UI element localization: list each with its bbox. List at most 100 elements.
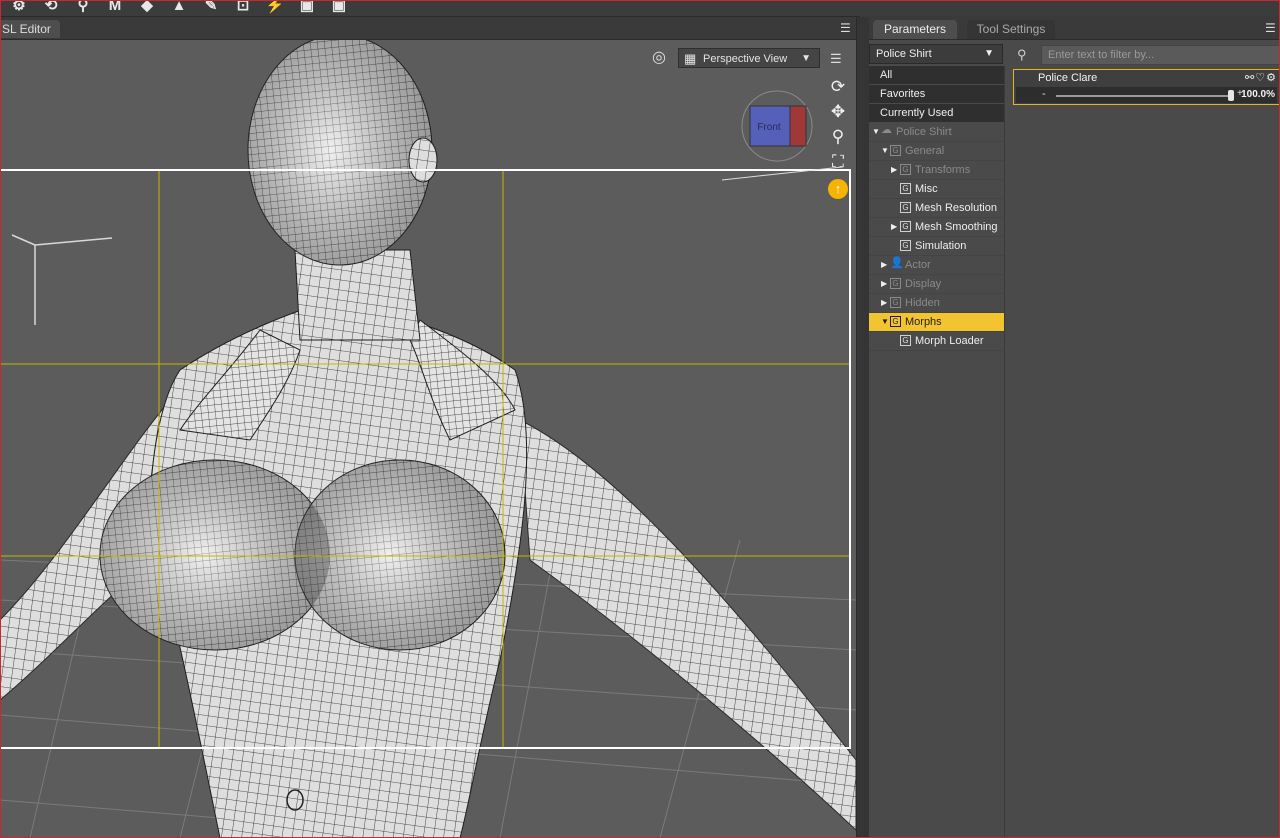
viewport-tab-bar: SL Editor ☰ [0,17,858,40]
tree-node-label: Mesh Smoothing [915,221,998,233]
3d-viewport[interactable]: Front ◎ ▦ Perspective View ▼ ☰ ⟳ ✥ ⚲ ⛶ ↑ [0,40,856,838]
slider-row: - + 100.0% [1016,87,1277,103]
filter-bar: ⚲ [1013,45,1280,65]
tree-node-label: Hidden [905,297,940,309]
perspective-icon: ▦ [684,51,697,66]
geometry-editor-icon[interactable]: ⚡ [262,0,288,14]
region-tool-icon[interactable]: ⊡ [230,0,256,14]
tree-node[interactable]: G Mesh Resolution [869,199,1004,218]
viewport-menu-icon[interactable]: ☰ [830,52,846,66]
chevron-down-icon: ▼ [801,53,811,64]
tree-node[interactable]: ▶ G Hidden [869,294,1004,313]
zoom-icon[interactable]: ⚲ [826,126,850,148]
neck-mesh [294,249,421,341]
decrement-button[interactable]: - [1042,88,1046,100]
group-icon: G [900,183,911,194]
tab-tool-settings[interactable]: Tool Settings [967,20,1055,39]
property-name: Police Clare [1038,72,1098,84]
property-group-tree: All Favorites Currently Used ▼ ☁ Police Sh… [869,66,1005,838]
tree-node-label: Morph Loader [915,335,984,347]
node-select-dropdown[interactable]: Police Shirt ▼ [869,44,1003,64]
rotate-tool-icon[interactable]: ⟲ [38,0,64,14]
group-icon: G [900,202,911,213]
axis-gizmo [11,234,113,325]
group-icon: G [900,240,911,251]
joint-editor-icon[interactable]: ⚲ [70,0,96,14]
pane-menu-icon[interactable]: ☰ [1265,22,1279,34]
tree-node[interactable]: G Morph Loader [869,332,1004,351]
tree-node[interactable]: ▼ G General [869,142,1004,161]
tree-node[interactable]: ▶ G Transforms [869,161,1004,180]
pane-tab-bar: Parameters Tool Settings ☰ [869,17,1280,40]
morph-tool-icon[interactable]: M [102,0,128,14]
tree-node-label: Morphs [905,316,942,328]
tree-node-label: Simulation [915,240,967,252]
panel-menu-icon[interactable]: ☰ [840,22,854,34]
render-settings-icon[interactable]: ▣ [326,0,352,14]
slider-track[interactable] [1056,95,1232,97]
tab-sl-editor[interactable]: SL Editor [0,20,60,38]
tree-node-label: Mesh Resolution [915,202,997,214]
pan-icon[interactable]: ✥ [826,101,850,123]
bone-tool-icon[interactable]: ✎ [198,0,224,14]
tree-node-label: Transforms [915,164,971,176]
tree-node-label: Actor [905,259,931,271]
expand-arrow-icon[interactable]: ▶ [881,256,889,274]
camera-globe-icon[interactable]: ◎ [652,48,674,70]
tree-node[interactable]: ▼ ☁ Police Shirt [869,123,1004,142]
group-icon: G [890,145,901,156]
tree-node-label: Display [905,278,942,290]
tree-node[interactable]: ▶ 👤 Actor [869,256,1004,275]
node-weight-icon[interactable]: ▲ [166,0,192,14]
view-cube-label: Front [757,122,781,133]
expand-arrow-icon[interactable]: ▶ [891,218,899,236]
expand-arrow-icon[interactable]: ▶ [881,294,889,312]
group-icon: G [890,316,901,327]
tree-node[interactable]: G Misc [869,180,1004,199]
group-icon: G [900,221,911,232]
link-icon[interactable]: ⚯ [1245,72,1255,84]
chevron-down-icon: ▼ [984,48,994,59]
filter-input[interactable] [1041,45,1280,65]
scene-canvas[interactable]: Front [0,40,856,838]
tree-node[interactable]: ▶ G Mesh Smoothing [869,218,1004,237]
panel-splitter[interactable] [856,17,870,838]
tree-node[interactable]: ▼ G Morphs [869,313,1004,332]
orbit-icon[interactable]: ⟳ [826,76,850,98]
view-cube: Front [741,90,813,162]
view-select-dropdown[interactable]: ▦ Perspective View ▼ [678,48,820,68]
expand-arrow-icon[interactable]: ▶ [891,161,899,179]
collapse-arrow-icon[interactable]: ▼ [881,142,889,160]
tree-node-label: General [905,145,945,157]
tab-parameters[interactable]: Parameters [873,20,957,39]
favorite-icon[interactable]: ♡ [1255,72,1266,84]
person-icon: 👤 [890,257,904,269]
tree-node[interactable]: ▶ G Display [869,275,1004,294]
node-select-label: Police Shirt [876,48,932,60]
property-list: ⚲ Police Clare ⚯♡⚙ - + 100.0% [1005,40,1280,838]
property-slider-police-clare[interactable]: Police Clare ⚯♡⚙ - + 100.0% [1013,69,1280,105]
search-icon: ⚲ [1017,47,1027,62]
expand-arrow-icon[interactable]: ▶ [881,275,889,293]
slider-value[interactable]: 100.0% [1241,89,1275,100]
tree-node[interactable]: G Simulation [869,237,1004,256]
toolbar-right-area [860,0,1280,16]
home-icon[interactable]: ↑ [828,179,848,199]
collapse-arrow-icon[interactable]: ▼ [881,313,889,331]
settings-icon[interactable]: ⚙ [1266,72,1277,84]
main-toolbar: ⚙ ⟲ ⚲ M ◆ ▲ ✎ ⊡ ⚡ ▣ ▣ [0,0,860,17]
right-arm-mesh [519,419,856,831]
slider-handle[interactable] [1228,90,1234,101]
render-icon[interactable]: ▣ [294,0,320,14]
category-favorites[interactable]: Favorites [869,85,1004,103]
collapse-arrow-icon[interactable]: ▼ [872,123,880,141]
surface-selection-icon[interactable]: ◆ [134,0,160,14]
category-currently-used[interactable]: Currently Used [869,104,1004,122]
tool-icon[interactable]: ⚙ [6,0,32,14]
group-icon: G [900,164,911,175]
figure-icon: ☁ [881,124,892,136]
group-icon: G [900,335,911,346]
category-all[interactable]: All [869,66,1004,84]
frame-icon[interactable]: ⛶ [826,151,850,173]
property-icons: ⚯♡⚙ [1245,71,1277,84]
